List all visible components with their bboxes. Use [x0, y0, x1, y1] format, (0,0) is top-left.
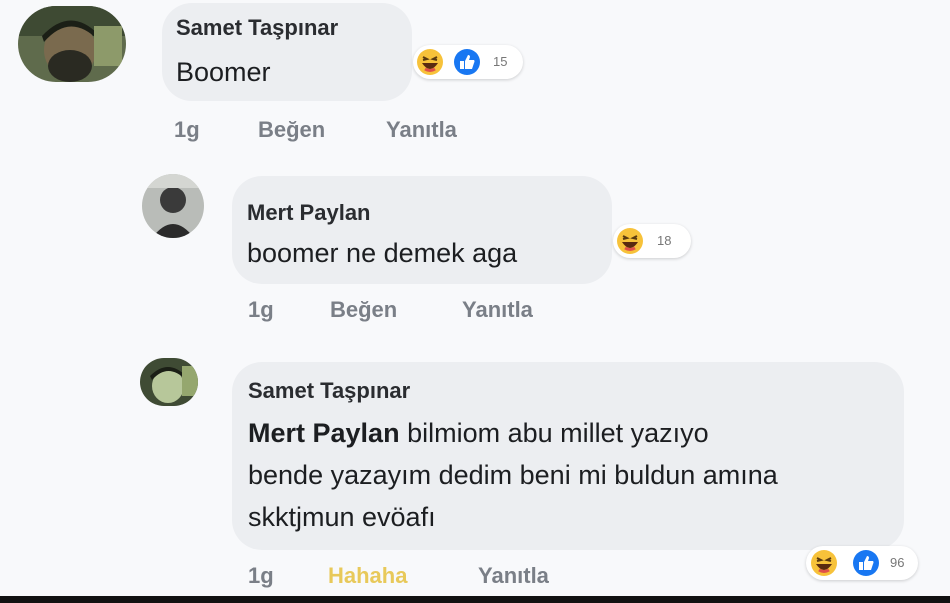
- comment-author[interactable]: Samet Taşpınar: [176, 15, 338, 41]
- comment-bubble: Samet Taşpınar Mert Paylan bilmiom abu m…: [232, 362, 904, 550]
- reaction-count: 96: [890, 555, 905, 570]
- profile-photo: [140, 358, 198, 406]
- reply-button[interactable]: Yanıtla: [478, 563, 549, 589]
- profile-photo: [18, 6, 126, 82]
- mention-link[interactable]: Mert Paylan: [248, 418, 400, 448]
- haha-icon: [417, 49, 443, 75]
- haha-icon: [811, 550, 837, 576]
- comment-time: 1g: [248, 297, 274, 322]
- haha-reaction-button[interactable]: Hahaha: [328, 563, 407, 589]
- reaction-summary[interactable]: 15: [413, 45, 523, 79]
- profile-photo: [142, 174, 204, 238]
- comment-text-line-3: skktjmun evöafı: [248, 502, 436, 532]
- comment-bubble: Samet Taşpınar Boomer: [162, 3, 412, 101]
- avatar[interactable]: [142, 174, 204, 238]
- comment-bubble: Mert Paylan boomer ne demek aga: [232, 176, 612, 284]
- reply-button[interactable]: Yanıtla: [386, 117, 457, 143]
- reaction-count: 15: [493, 54, 508, 69]
- comment-text: Boomer: [176, 57, 271, 87]
- reaction-summary[interactable]: 96: [806, 546, 918, 580]
- comment-text: boomer ne demek aga: [247, 238, 518, 268]
- like-button[interactable]: Beğen: [330, 297, 397, 323]
- haha-icon: [617, 228, 643, 254]
- like-icon: [454, 49, 480, 75]
- reaction-summary[interactable]: 18: [613, 224, 691, 258]
- bottom-border: [0, 596, 950, 603]
- comment-text-line-1: Mert Paylan bilmiom abu millet yazıyo: [248, 418, 709, 449]
- avatar[interactable]: [140, 358, 198, 406]
- comment-text: bilmiom abu millet yazıyo: [399, 418, 709, 448]
- like-icon: [853, 550, 879, 576]
- avatar[interactable]: [18, 6, 126, 82]
- comment-time: 1g: [248, 563, 274, 588]
- comment-author[interactable]: Mert Paylan: [247, 200, 371, 226]
- reply-button[interactable]: Yanıtla: [462, 297, 533, 323]
- comment-author[interactable]: Samet Taşpınar: [248, 378, 410, 404]
- comment-text-line-2: bende yazayım dedim beni mi buldun amına: [248, 460, 778, 490]
- like-button[interactable]: Beğen: [258, 117, 325, 143]
- comment-time: 1g: [174, 117, 200, 142]
- reaction-count: 18: [657, 233, 672, 248]
